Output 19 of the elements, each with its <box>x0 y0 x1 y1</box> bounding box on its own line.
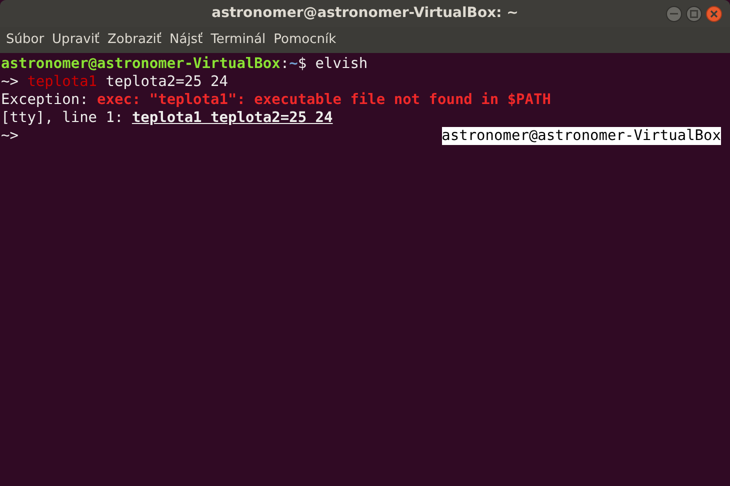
terminal-line: ~> <box>1 127 18 145</box>
minimize-button[interactable] <box>666 6 682 22</box>
menu-item[interactable]: Pomocník <box>270 30 340 50</box>
menu-item[interactable]: Súbor <box>2 30 48 50</box>
right-prompt: astronomer@astronomer-VirtualBox <box>442 127 721 145</box>
terminal-line: astronomer@astronomer-VirtualBox:~$ elvish <box>1 55 368 73</box>
terminal-line: Exception: exec: "teplota1": executable file not found in $PATH <box>1 91 551 109</box>
terminal-line: [tty], line 1: teplota1 teplota2=25 24 <box>1 109 333 127</box>
window-title: astronomer@astronomer-VirtualBox: ~ <box>212 4 518 23</box>
minimize-icon <box>670 13 678 15</box>
close-button[interactable] <box>706 6 722 22</box>
close-icon <box>710 10 718 18</box>
menu-item[interactable]: Upraviť <box>48 30 104 50</box>
menu-item[interactable]: Zobraziť <box>104 30 166 50</box>
menu-item[interactable]: Terminál <box>206 30 270 50</box>
terminal-line: ~> teplota1 teplota2=25 24 <box>1 73 228 91</box>
maximize-icon <box>690 10 698 18</box>
menu-item[interactable]: Nájsť <box>166 30 207 50</box>
maximize-button[interactable] <box>686 6 702 22</box>
